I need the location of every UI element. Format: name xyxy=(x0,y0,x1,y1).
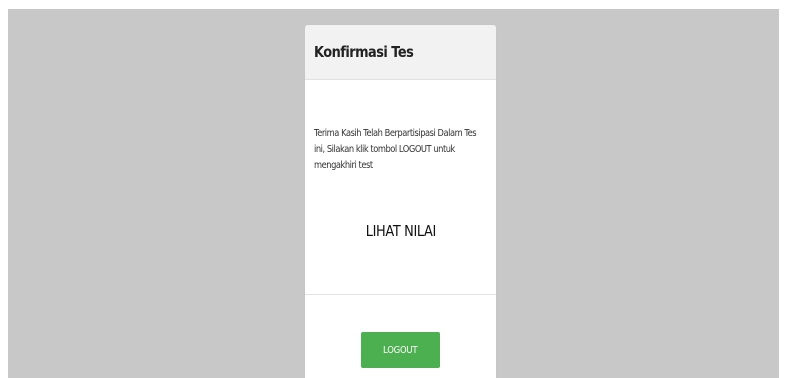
confirmation-card: Konfirmasi Tes Terima Kasih Telah Berpar… xyxy=(305,25,496,378)
modal-backdrop: Konfirmasi Tes Terima Kasih Telah Berpar… xyxy=(8,9,779,378)
view-score-link[interactable]: LIHAT NILAI xyxy=(305,222,496,240)
card-footer: LOGOUT xyxy=(305,295,496,378)
thank-you-message: Terima Kasih Telah Berpartisipasi Dalam … xyxy=(314,128,477,171)
card-body: Terima Kasih Telah Berpartisipasi Dalam … xyxy=(305,80,496,295)
logout-button-label: LOGOUT xyxy=(383,344,418,356)
card-header: Konfirmasi Tes xyxy=(305,25,496,80)
view-score-label: LIHAT NILAI xyxy=(365,222,436,240)
logout-button[interactable]: LOGOUT xyxy=(361,332,440,368)
card-title: Konfirmasi Tes xyxy=(314,43,414,61)
